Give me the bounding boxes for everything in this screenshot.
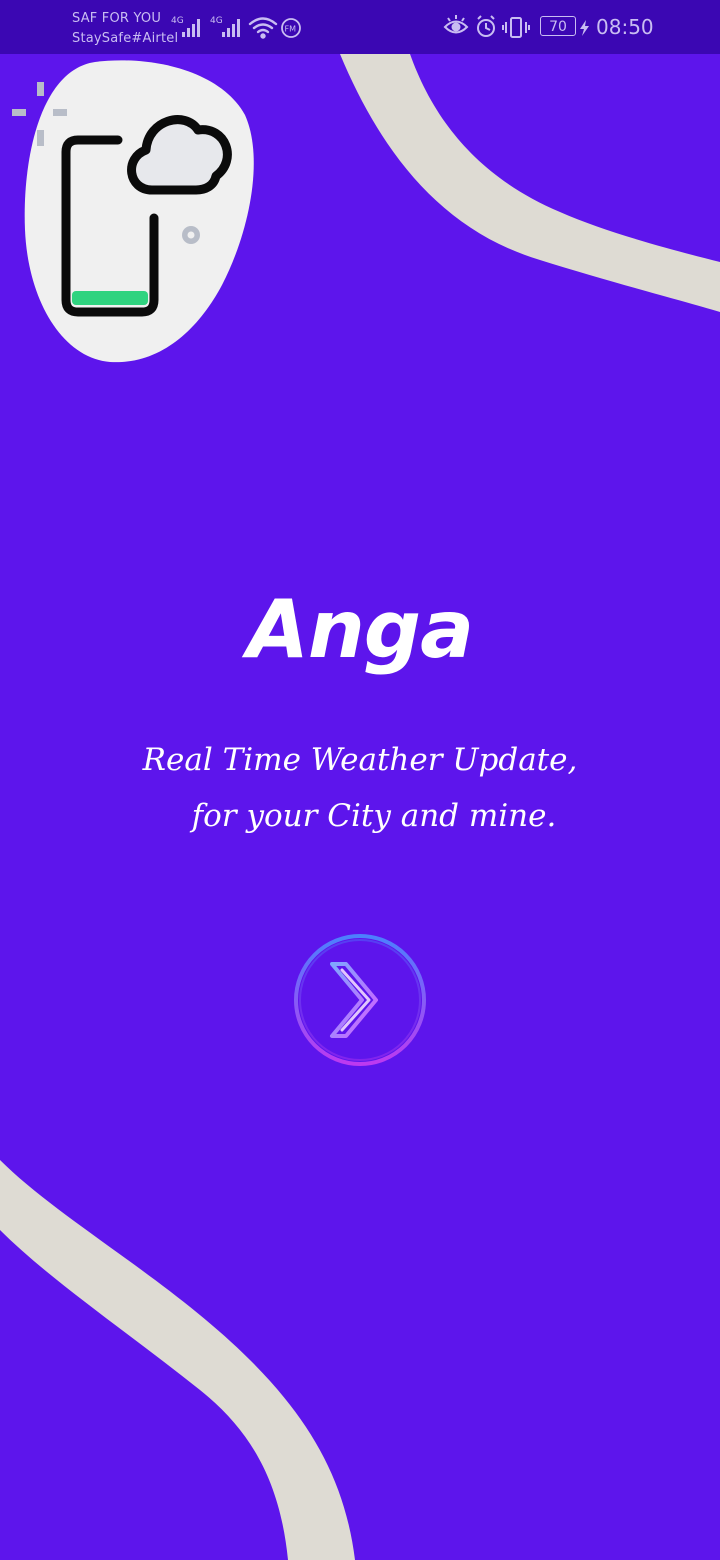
network-type-2: 4G: [210, 16, 223, 26]
chevron-right-icon: [330, 962, 378, 1038]
next-button[interactable]: [290, 930, 430, 1070]
battery-icon: 70: [540, 16, 576, 36]
tagline-line1: Real Time Weather Update,: [142, 742, 578, 778]
vibrate-icon: [502, 17, 530, 38]
svg-text:FM: FM: [285, 25, 297, 34]
top-right-wave: [340, 54, 720, 322]
bottom-left-wave: [0, 1160, 355, 1560]
charging-icon: [580, 20, 589, 36]
carrier-info: SAF FOR YOU StaySafe#Airtel: [72, 9, 178, 49]
status-bar: SAF FOR YOU StaySafe#Airtel 4G 4G FM 70 …: [0, 0, 720, 54]
phone-cloud-icon: [12, 60, 254, 363]
app-title: Anga: [246, 583, 474, 676]
signal-icon: [182, 19, 200, 37]
network-icons: 4G 4G FM: [171, 16, 301, 39]
alarm-icon: [477, 15, 495, 37]
carrier-line2: StaySafe#Airtel: [72, 31, 179, 46]
signal-icon: [222, 19, 240, 37]
eye-comfort-icon: [443, 15, 469, 34]
network-type-1: 4G: [171, 16, 184, 26]
tagline-line2: for your City and mine.: [191, 798, 557, 834]
tagline: Real Time Weather Update, for your City …: [0, 732, 720, 844]
system-icons: [443, 15, 530, 38]
logo-blob: [24, 60, 254, 363]
splash-screen: SAF FOR YOU StaySafe#Airtel 4G 4G FM 70 …: [0, 0, 720, 1560]
status-time: 08:50: [596, 15, 654, 39]
wifi-icon: [248, 17, 278, 39]
carrier-line1: SAF FOR YOU: [72, 11, 162, 26]
fm-radio-icon: FM: [281, 18, 301, 38]
